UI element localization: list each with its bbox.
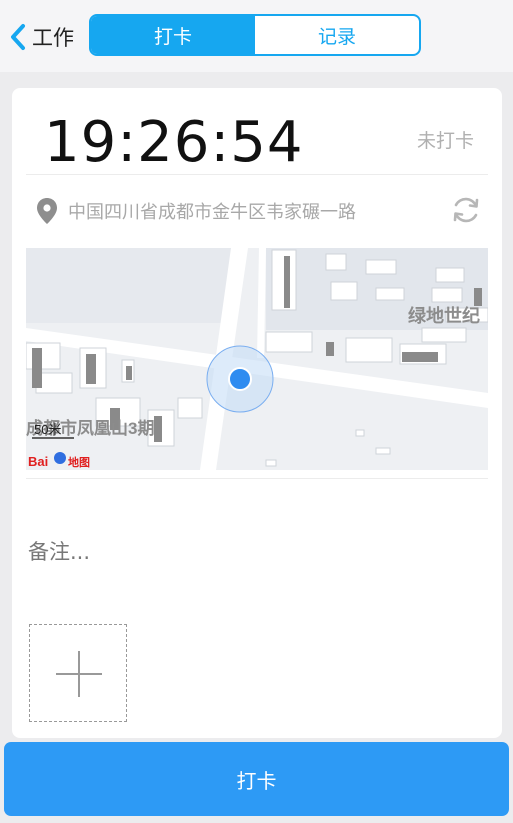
divider [26,174,488,175]
location-pin-icon [37,198,57,224]
punch-card: 19:26:54 未打卡 中国四川省成都市金牛区韦家碾一路 绿地世纪 成都市凤凰… [12,88,502,738]
add-photo-button[interactable] [29,624,127,722]
add-photo-icon [56,651,102,697]
back-label: 工作 [32,26,74,50]
location-row: 中国四川省成都市金牛区韦家碾一路 [36,196,356,226]
location-address: 中国四川省成都市金牛区韦家碾一路 [68,202,356,223]
chevron-left-icon [11,24,25,50]
tab-punch[interactable]: 打卡 [91,16,255,54]
divider [26,478,488,479]
current-location-dot [228,367,252,391]
map-scale: 50米 [34,422,61,437]
tab-records[interactable]: 记录 [255,16,419,54]
map-logo-suffix: 地图 [68,455,90,469]
back-button[interactable]: 工作 [8,20,74,54]
refresh-icon[interactable] [450,194,482,226]
segmented-tabs: 打卡 记录 [89,14,421,56]
punch-button[interactable]: 打卡 [4,742,509,816]
map-label-right: 绿地世纪 [408,305,480,326]
map-logo-text: Bai [28,454,48,469]
map-canvas: 绿地世纪 成都市凤凰山3期 50米 Bai 地图 [26,248,488,470]
remark-input[interactable]: 备注... [28,536,90,566]
location-map[interactable]: 绿地世纪 成都市凤凰山3期 50米 Bai 地图 [26,248,488,470]
current-time: 19:26:54 [44,110,304,175]
punch-status: 未打卡 [416,130,474,152]
top-bar: 工作 打卡 记录 [0,0,513,72]
